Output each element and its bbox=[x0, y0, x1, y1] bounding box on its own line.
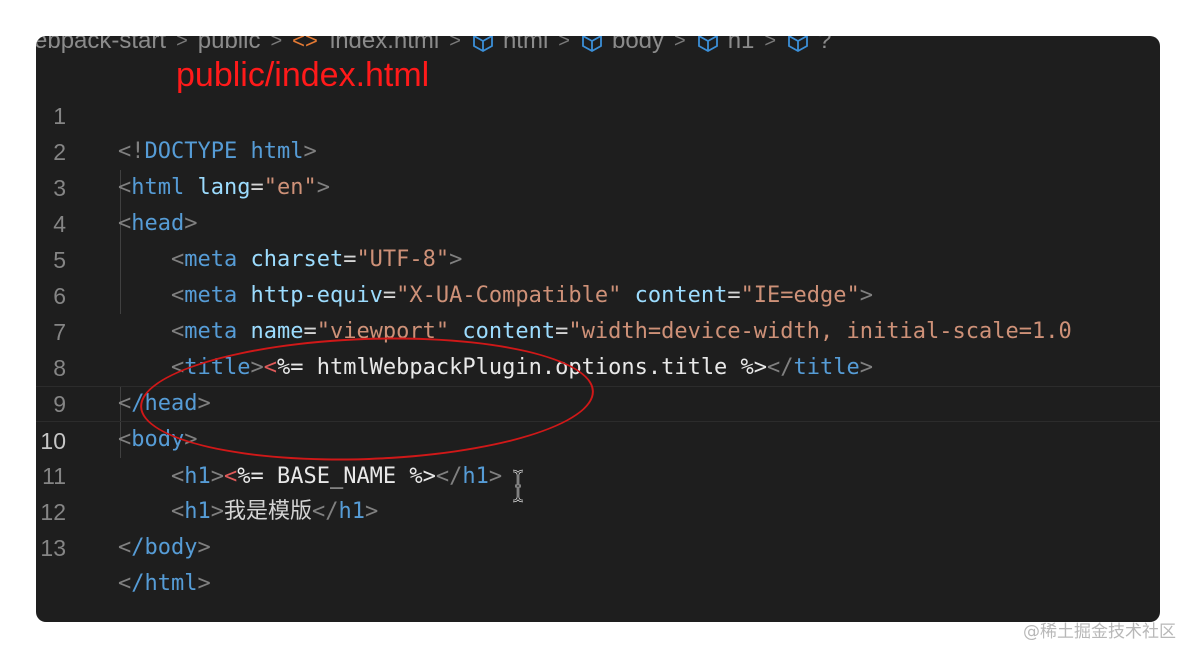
breadcrumb-item-file[interactable]: <> index.html bbox=[292, 36, 439, 55]
breadcrumb-item-html[interactable]: html bbox=[471, 36, 548, 55]
line-number: 13 bbox=[40, 535, 66, 561]
code-line[interactable]: 12 </body> bbox=[36, 458, 1160, 560]
chevron-right-icon: > bbox=[674, 36, 686, 52]
chevron-right-icon: > bbox=[270, 36, 283, 52]
cube-icon bbox=[582, 36, 602, 53]
breadcrumb-item-h1[interactable]: h1 bbox=[696, 36, 754, 55]
cube-icon bbox=[697, 36, 718, 53]
html-file-icon: <> bbox=[292, 36, 318, 53]
chevron-right-icon: > bbox=[176, 36, 188, 52]
code-line[interactable]: 8 </head> bbox=[36, 314, 1160, 416]
breadcrumb-item-body[interactable]: body bbox=[580, 36, 664, 55]
code-line[interactable]: 13 </html> bbox=[36, 494, 1160, 596]
breadcrumb-item-unknown[interactable]: ? bbox=[786, 36, 831, 55]
breadcrumb-item-public[interactable]: public bbox=[198, 36, 261, 55]
watermark: @稀土掘金技术社区 bbox=[1023, 622, 1176, 642]
code-line[interactable]: 7 <title><%= htmlWebpackPlugin.options.t… bbox=[36, 278, 1160, 380]
cube-icon bbox=[788, 36, 808, 53]
chevron-right-icon: > bbox=[449, 36, 461, 52]
chevron-right-icon: > bbox=[764, 36, 777, 52]
line-content: </body> bbox=[118, 535, 211, 560]
breadcrumb-item-folder[interactable]: ebpack-start bbox=[36, 36, 166, 55]
code-editor[interactable]: ebpack-start > public > <> index.html > … bbox=[36, 36, 1160, 622]
chevron-right-icon: > bbox=[558, 36, 570, 52]
code-line[interactable]: 6 <meta name="viewport" content="width=d… bbox=[36, 242, 1160, 344]
text-cursor-icon bbox=[512, 469, 524, 503]
code-line[interactable]: 4 <meta charset="UTF-8"> bbox=[36, 170, 1160, 272]
code-line[interactable]: 3 <head> bbox=[36, 134, 1160, 236]
annotation-file-label: public/index.html bbox=[176, 56, 430, 94]
code-line[interactable]: 2 <html lang="en"> bbox=[36, 98, 1160, 200]
breadcrumb: ebpack-start > public > <> index.html > … bbox=[36, 36, 831, 56]
cube-icon bbox=[473, 36, 493, 53]
line-content: </html> bbox=[118, 571, 211, 596]
code-line[interactable]: 5 <meta http-equiv="X-UA-Compatible" con… bbox=[36, 206, 1160, 308]
